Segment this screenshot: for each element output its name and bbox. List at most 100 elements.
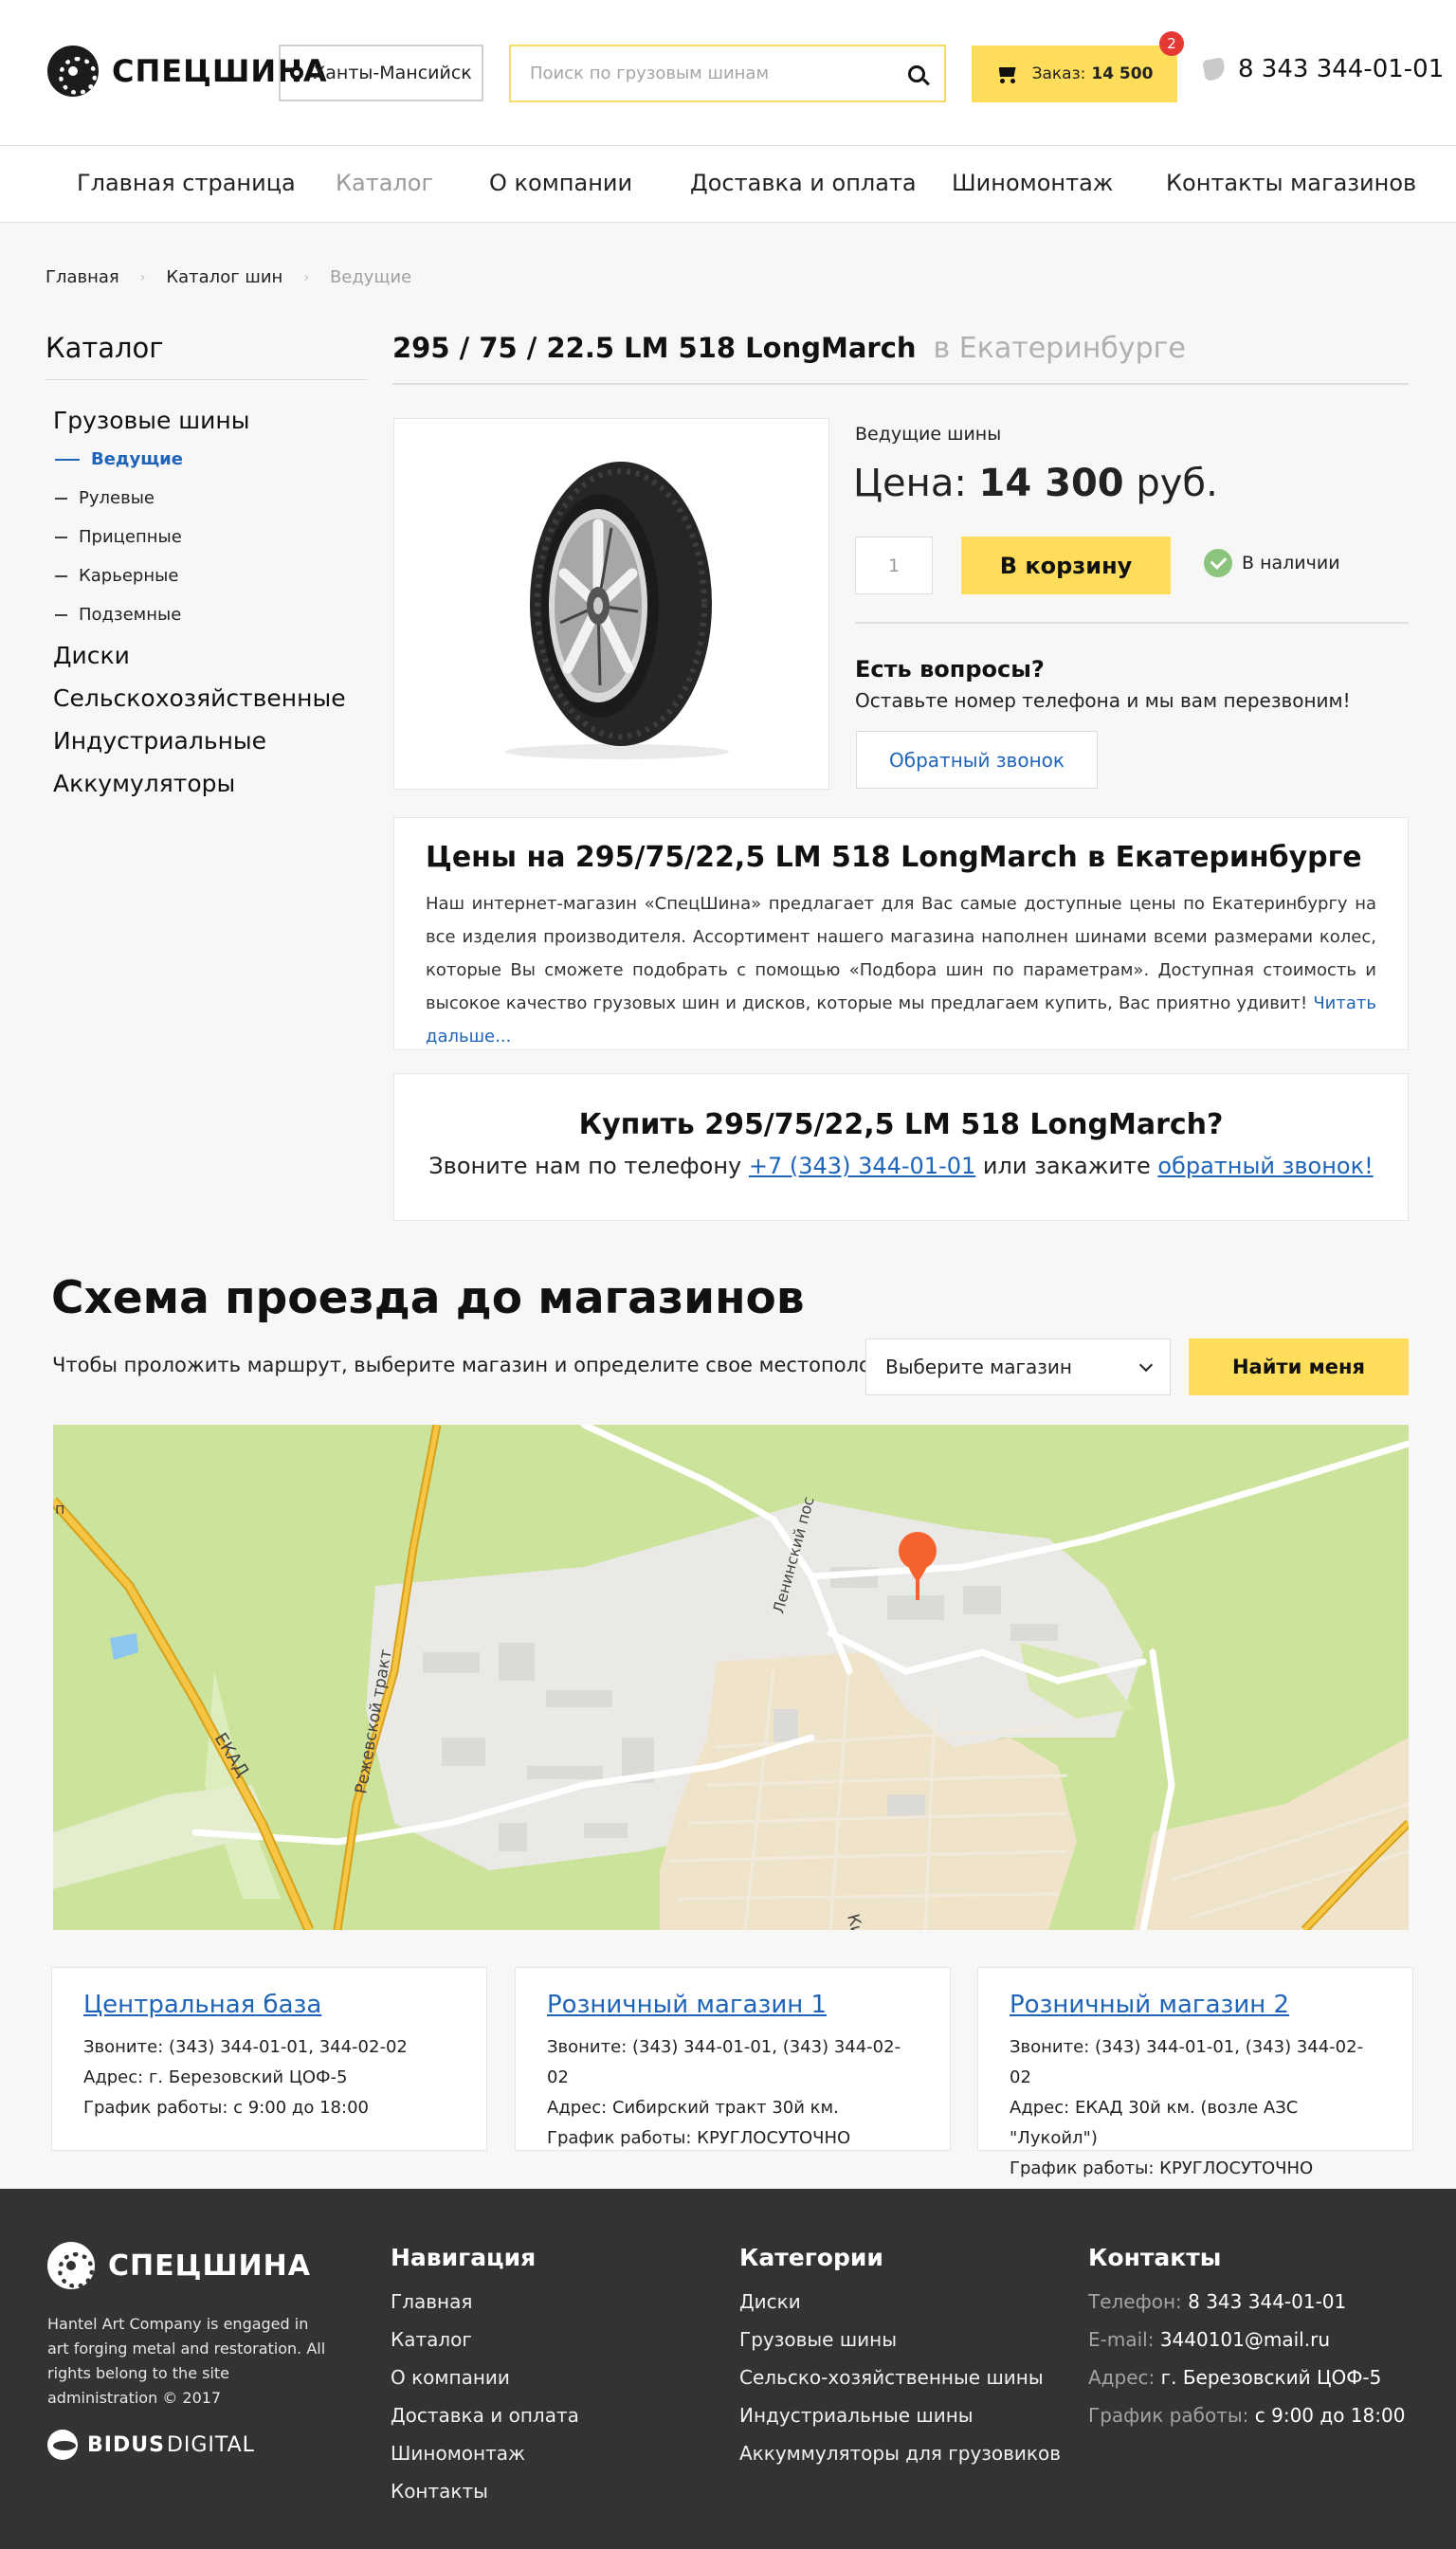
- nav-item-home[interactable]: Главная страница: [77, 170, 296, 196]
- chevron-down-icon: [1138, 1357, 1154, 1372]
- footer-categories-column: Категории Диски Грузовые шины Сельско-хо…: [739, 2244, 1061, 2472]
- footer-logo-text: СПЕЦШИНА: [108, 2249, 311, 2283]
- callback-button[interactable]: Обратный звонок: [856, 731, 1098, 789]
- price-currency: руб.: [1136, 462, 1218, 505]
- nav-item-tire-fitting[interactable]: Шиномонтаж: [952, 170, 1113, 196]
- footer-logo[interactable]: СПЕЦШИНА: [47, 2242, 311, 2289]
- store-name-link[interactable]: Центральная база: [83, 1991, 321, 2019]
- dash-icon: [55, 458, 80, 461]
- sidebar-item-industrial[interactable]: Индустриальные: [53, 727, 367, 755]
- store-name-link[interactable]: Розничный магазин 1: [547, 1991, 827, 2019]
- store-name-link[interactable]: Розничный магазин 2: [1010, 1991, 1289, 2019]
- tire-logo-icon: [47, 46, 99, 97]
- store-hours: График работы: КРУГЛОСУТОЧНО: [1010, 2158, 1314, 2178]
- sidebar-sub-trailer[interactable]: Прицепные: [55, 527, 367, 547]
- add-to-cart-button[interactable]: В корзину: [961, 537, 1171, 594]
- stock-status: В наличии: [1204, 549, 1340, 577]
- buy-callback-link[interactable]: обратный звонок!: [1157, 1153, 1373, 1179]
- footer-nav-title: Навигация: [391, 2244, 537, 2271]
- footer-link-batteries[interactable]: Аккуммуляторы для грузовиков: [739, 2434, 1061, 2472]
- dash-icon: [55, 497, 67, 500]
- footer-phone-value[interactable]: 8 343 344-01-01: [1188, 2290, 1346, 2313]
- cart-icon: [996, 65, 1019, 83]
- breadcrumb-catalog[interactable]: Каталог шин: [166, 267, 282, 287]
- store-select-value: Выберите магазин: [885, 1356, 1072, 1378]
- cart-count-badge: 2: [1159, 31, 1184, 56]
- footer-link-truck-tires[interactable]: Грузовые шины: [739, 2321, 1061, 2358]
- sidebar-title: Каталог: [46, 332, 367, 380]
- footer-link-delivery[interactable]: Доставка и оплата: [391, 2396, 579, 2434]
- find-me-button[interactable]: Найти меня: [1189, 1338, 1409, 1395]
- nav-item-catalog[interactable]: Каталог: [336, 170, 433, 196]
- product-title: 295 / 75 / 22.5 LM 518 LongMarch: [392, 332, 917, 364]
- footer-link-wheels[interactable]: Диски: [739, 2283, 1061, 2321]
- store-address: Адрес: Сибирский тракт 30й км.: [547, 2098, 839, 2118]
- route-title: Схема проезда до магазинов: [51, 1272, 805, 1324]
- map-canvas: ЕКАД Режевской тракт Ленинский пос Кир п: [53, 1425, 1409, 1930]
- sidebar-sub-label: Прицепные: [79, 527, 182, 547]
- footer-phone: Телефон: 8 343 344-01-01: [1088, 2283, 1405, 2321]
- sidebar-item-truck-tires[interactable]: Грузовые шины: [53, 407, 367, 434]
- footer-email-value[interactable]: 3440101@mail.ru: [1160, 2328, 1330, 2351]
- store-hours: График работы: с 9:00 до 18:00: [83, 2098, 369, 2118]
- search-box: [509, 45, 946, 102]
- sidebar-sub-label: Карьерные: [79, 566, 179, 586]
- cart-button[interactable]: Заказ: 14 500 2: [972, 31, 1184, 102]
- product-city: в Екатеринбурге: [933, 332, 1186, 365]
- breadcrumb: Главная › Каталог шин › Ведущие: [46, 267, 411, 287]
- price-info-body: Наш интернет-магазин «СпецШина» предлага…: [426, 894, 1376, 1013]
- nav-item-contacts[interactable]: Контакты магазинов: [1166, 170, 1416, 196]
- developer-logo[interactable]: BIDUS DIGITAL: [47, 2430, 255, 2460]
- nav-item-about[interactable]: О компании: [489, 170, 632, 196]
- city-selector-button[interactable]: Ханты-Мансийск: [279, 45, 483, 101]
- footer-link-about[interactable]: О компании: [391, 2358, 579, 2396]
- header-phone[interactable]: 8 343 344-01-01: [1202, 55, 1445, 83]
- store-map[interactable]: ЕКАД Режевской тракт Ленинский пос Кир п: [53, 1425, 1409, 1930]
- footer-link-home[interactable]: Главная: [391, 2283, 579, 2321]
- sidebar-item-batteries[interactable]: Аккумуляторы: [53, 770, 367, 797]
- site-footer: СПЕЦШИНА Hantel Art Company is engaged i…: [0, 2189, 1456, 2549]
- quantity-input[interactable]: [855, 537, 933, 594]
- divider: [855, 622, 1409, 624]
- sidebar-item-agricultural[interactable]: Сельскохозяйственные: [53, 684, 367, 712]
- phone-icon: [1202, 57, 1227, 82]
- footer-description: Hantel Art Company is engaged in art for…: [47, 2315, 326, 2407]
- check-icon: [1204, 549, 1232, 577]
- search-icon[interactable]: [908, 64, 925, 82]
- search-input[interactable]: [530, 64, 908, 83]
- buy-phone-link[interactable]: +7 (343) 344-01-01: [749, 1153, 975, 1179]
- city-label: Ханты-Мансийск: [313, 63, 472, 83]
- store-phones: Звоните: (343) 344-01-01, 344-02-02: [83, 2037, 408, 2057]
- nav-item-delivery[interactable]: Доставка и оплата: [690, 170, 917, 196]
- price-value: 14 300: [978, 462, 1124, 505]
- main-nav: Главная страница Каталог О компании Дост…: [0, 147, 1456, 223]
- sidebar-sub-label: Подземные: [79, 605, 182, 625]
- sidebar-sub-underground[interactable]: Подземные: [55, 605, 367, 625]
- breadcrumb-home[interactable]: Главная: [46, 267, 119, 287]
- store-select[interactable]: Выберите магазин: [865, 1338, 1171, 1395]
- footer-nav-column: Навигация Главная Каталог О компании Дос…: [391, 2244, 579, 2510]
- footer-link-contacts[interactable]: Контакты: [391, 2472, 579, 2510]
- sidebar-sub-steering[interactable]: Рулевые: [55, 488, 367, 508]
- buy-section: Купить 295/75/22,5 LM 518 LongMarch? Зво…: [393, 1073, 1409, 1221]
- footer-hours-label: График работы:: [1088, 2404, 1249, 2427]
- cart-total: 14 500: [1091, 64, 1154, 83]
- footer-link-industrial-tires[interactable]: Индустриальные шины: [739, 2396, 1061, 2434]
- footer-contacts-title: Контакты: [1088, 2244, 1222, 2271]
- footer-link-agri-tires[interactable]: Сельско-хозяйственные шины: [739, 2358, 1061, 2396]
- header-phone-number: 8 343 344-01-01: [1238, 55, 1445, 83]
- product-image[interactable]: [393, 418, 829, 790]
- footer-phone-label: Телефон:: [1088, 2290, 1182, 2313]
- store-hours: График работы: КРУГЛОСУТОЧНО: [547, 2128, 851, 2148]
- buy-title: Купить 295/75/22,5 LM 518 LongMarch?: [578, 1108, 1224, 1141]
- buy-text: Звоните нам по телефону +7 (343) 344-01-…: [394, 1153, 1408, 1179]
- footer-address-value: г. Березовский ЦОФ-5: [1160, 2366, 1382, 2389]
- stock-label: В наличии: [1242, 553, 1340, 574]
- footer-link-catalog[interactable]: Каталог: [391, 2321, 579, 2358]
- sidebar-sub-quarry[interactable]: Карьерные: [55, 566, 367, 586]
- sidebar-item-wheels[interactable]: Диски: [53, 642, 367, 669]
- price-info-text: Наш интернет-магазин «СпецШина» предлага…: [426, 887, 1376, 1053]
- sidebar-sub-driving[interactable]: Ведущие: [55, 449, 367, 469]
- footer-email: E-mail: 3440101@mail.ru: [1088, 2321, 1405, 2358]
- footer-link-tire-fitting[interactable]: Шиномонтаж: [391, 2434, 579, 2472]
